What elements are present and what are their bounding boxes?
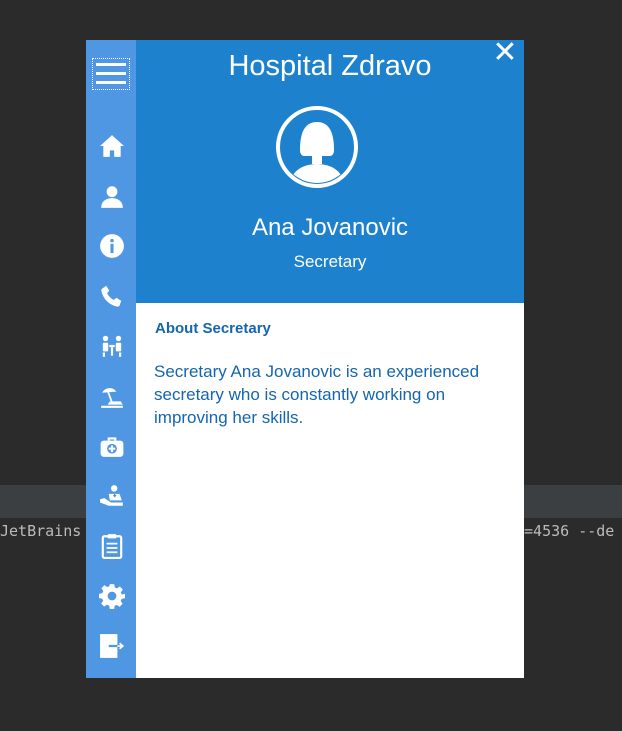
nav-records-button[interactable]	[98, 532, 126, 560]
home-icon	[100, 135, 124, 157]
logout-icon	[100, 634, 125, 658]
nav-settings-button[interactable]	[98, 582, 126, 610]
sidebar	[86, 40, 136, 678]
user-name: Ana Jovanovic	[251, 214, 409, 241]
nav-medical-button[interactable]	[98, 432, 126, 460]
app-title: Hospital Zdravo	[228, 50, 432, 82]
terminal-text-left: JetBrains	[0, 522, 82, 540]
profile-window: Hospital Zdravo ✕ Ana Jovanovic Secretar…	[86, 40, 524, 678]
hamburger-line	[96, 63, 126, 66]
nav-phone-button[interactable]	[98, 282, 126, 310]
user-icon	[101, 186, 123, 208]
patient-care-icon	[100, 485, 123, 506]
nav-profile-button[interactable]	[98, 182, 126, 210]
info-icon	[100, 234, 124, 258]
meeting-icon	[102, 335, 122, 357]
profile-header: Hospital Zdravo ✕ Ana Jovanovic Secretar…	[136, 40, 524, 303]
user-role: Secretary	[293, 252, 367, 271]
nav-logout-button[interactable]	[98, 632, 126, 660]
settings-icon	[99, 584, 125, 609]
nav-home-button[interactable]	[98, 132, 126, 160]
about-description: Secretary Ana Jovanovic is an experience…	[154, 362, 480, 427]
nav-info-button[interactable]	[98, 232, 126, 260]
menu-toggle-button[interactable]	[92, 58, 130, 90]
nav-meetings-button[interactable]	[98, 332, 126, 360]
hamburger-line	[96, 72, 126, 75]
phone-icon	[101, 285, 122, 307]
vacation-icon	[101, 388, 123, 408]
clipboard-icon	[101, 534, 123, 559]
close-button[interactable]: ✕	[490, 40, 520, 68]
about-heading: About Secretary	[155, 320, 271, 337]
nav-patient-care-button[interactable]	[98, 482, 126, 510]
hamburger-line	[96, 81, 126, 84]
medical-kit-icon	[100, 437, 124, 457]
terminal-text-right: d=4536 --de	[515, 522, 615, 540]
avatar-icon	[276, 106, 358, 188]
nav-vacation-button[interactable]	[98, 382, 126, 410]
